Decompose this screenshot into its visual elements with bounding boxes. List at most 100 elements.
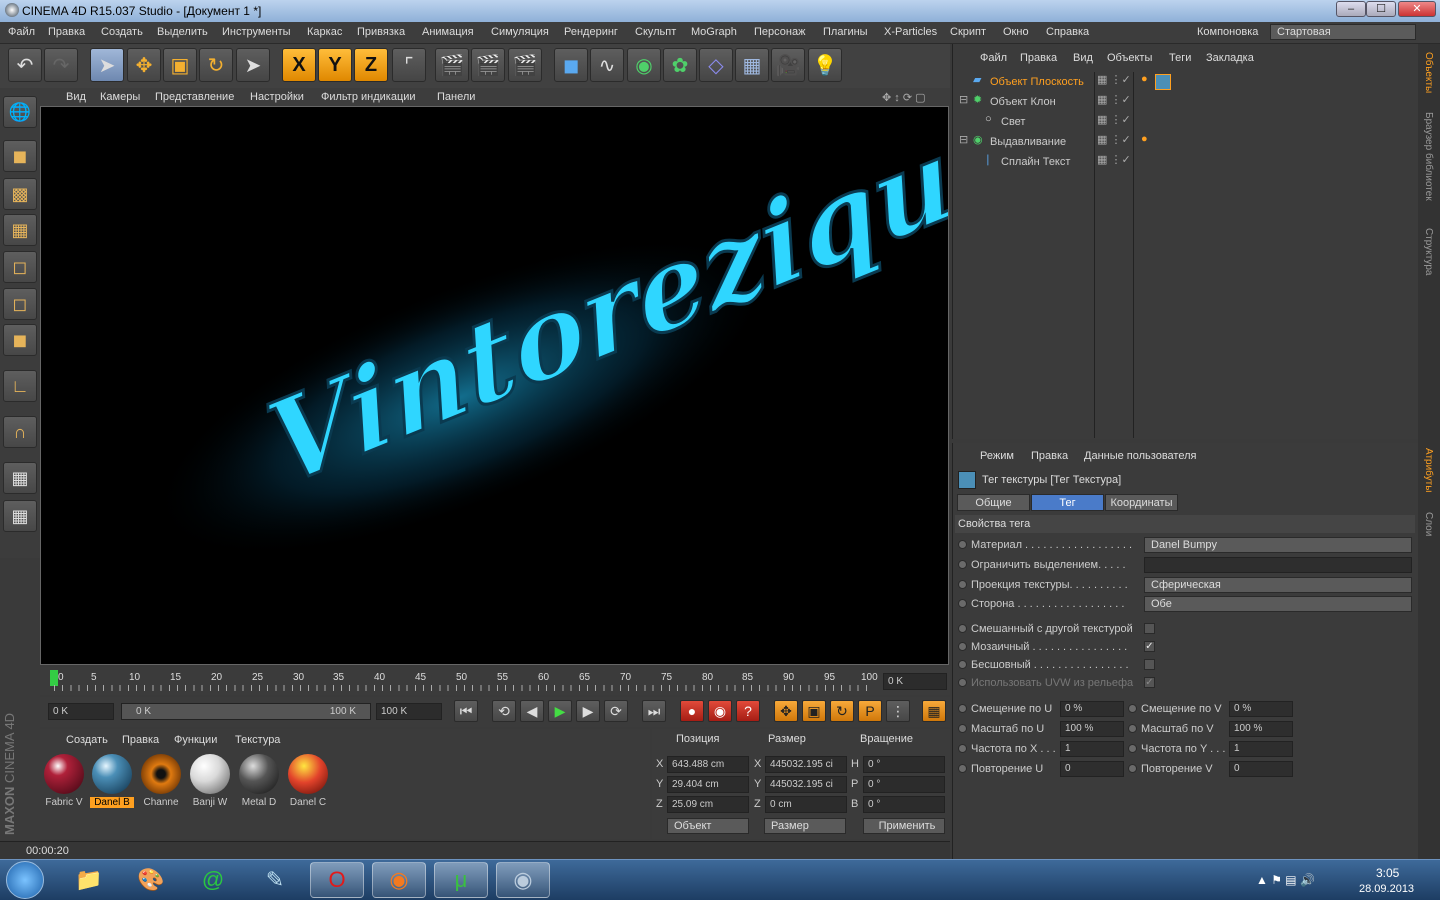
- menu-tools[interactable]: Инструменты: [222, 26, 291, 38]
- repeat-v-field[interactable]: 0: [1229, 761, 1293, 777]
- object-row[interactable]: ⊟ ◉ Выдавливание ▦ ⋮✓ ●: [955, 133, 1415, 153]
- timeline[interactable]: 0 5 10 15 20 25 30 35 40 45 50 55 60 65 …: [40, 667, 950, 695]
- obj-menu-file[interactable]: Файл: [980, 52, 1007, 64]
- 3d-viewport[interactable]: Vintoreziqus: [40, 106, 949, 665]
- side-tab-objects[interactable]: Объекты: [1423, 52, 1434, 93]
- menu-create[interactable]: Создать: [101, 26, 143, 38]
- material-swatch[interactable]: Banji W: [188, 752, 232, 812]
- move-tool-icon[interactable]: ✥: [127, 48, 161, 82]
- freq-y-field[interactable]: 1: [1229, 741, 1293, 757]
- obj-menu-tags[interactable]: Теги: [1169, 52, 1191, 64]
- visibility-toggle[interactable]: ▦ ⋮✓: [1097, 133, 1131, 146]
- mat-menu-function[interactable]: Функции: [174, 734, 217, 746]
- cube-icon[interactable]: ◼: [554, 48, 588, 82]
- menu-edit[interactable]: Правка: [48, 26, 85, 38]
- key-position-icon[interactable]: ✥: [774, 700, 798, 722]
- rotate-tool-icon[interactable]: ↻: [199, 48, 233, 82]
- obj-menu-bookmarks[interactable]: Закладка: [1206, 52, 1254, 64]
- position-y-field[interactable]: 29.404 cm: [667, 776, 749, 793]
- menu-render[interactable]: Рендеринг: [564, 26, 618, 38]
- collapse-icon[interactable]: ⊟: [959, 133, 968, 146]
- array-icon[interactable]: ✿: [663, 48, 697, 82]
- light-icon[interactable]: 💡: [808, 48, 842, 82]
- keyframe-dot[interactable]: [958, 724, 967, 733]
- explorer-icon[interactable]: 📁: [62, 862, 116, 898]
- menu-simulate[interactable]: Симуляция: [491, 26, 549, 38]
- layout-dropdown[interactable]: Стартовая: [1270, 24, 1416, 40]
- key-rotation-icon[interactable]: ↻: [830, 700, 854, 722]
- nurbs-icon[interactable]: ◉: [627, 48, 661, 82]
- axis-mode-icon[interactable]: ∟: [3, 370, 37, 402]
- select-tool-icon[interactable]: ➤: [90, 48, 124, 82]
- minimize-button[interactable]: ‒: [1336, 1, 1366, 17]
- position-z-field[interactable]: 25.09 cm: [667, 796, 749, 813]
- scale-tool-icon[interactable]: ▣: [163, 48, 197, 82]
- vp-menu-view[interactable]: Вид: [66, 91, 86, 103]
- menu-plugins[interactable]: Плагины: [823, 26, 868, 38]
- obj-menu-edit[interactable]: Правка: [1020, 52, 1057, 64]
- autokey-icon[interactable]: ◉: [708, 700, 732, 722]
- go-to-end-icon[interactable]: ⏭: [642, 700, 666, 722]
- model-mode-icon[interactable]: ◼: [3, 140, 37, 172]
- key-parameter-icon[interactable]: P: [858, 700, 882, 722]
- visibility-toggle[interactable]: ▦ ⋮✓: [1097, 113, 1131, 126]
- camera-icon[interactable]: 🎥: [771, 48, 805, 82]
- tab-coordinates[interactable]: Координаты: [1105, 494, 1178, 511]
- x-axis-icon[interactable]: X: [282, 48, 316, 82]
- go-to-start-icon[interactable]: ⏮: [454, 700, 478, 722]
- material-swatch[interactable]: Channe: [139, 752, 183, 812]
- menu-window[interactable]: Окно: [1003, 26, 1029, 38]
- keyframe-dot[interactable]: [958, 580, 967, 589]
- material-swatch[interactable]: Fabric V: [42, 752, 86, 812]
- position-x-field[interactable]: 643.488 cm: [667, 756, 749, 773]
- keyframe-dot[interactable]: [958, 704, 967, 713]
- coord-mode-dropdown[interactable]: Объект: [667, 818, 749, 834]
- play-icon[interactable]: ▶: [548, 700, 572, 722]
- object-row[interactable]: ⊟ ✹ Объект Клон ▦ ⋮✓: [955, 93, 1415, 113]
- freq-x-field[interactable]: 1: [1060, 741, 1124, 757]
- rotation-p-field[interactable]: 0 °: [863, 776, 945, 793]
- live-select-icon[interactable]: ➤: [236, 48, 270, 82]
- mail-agent-icon[interactable]: @: [186, 862, 240, 898]
- keyframe-dot[interactable]: [958, 642, 967, 651]
- cinema4d-icon[interactable]: ◉: [496, 862, 550, 898]
- next-key-icon[interactable]: ⟳: [604, 700, 628, 722]
- offset-v-field[interactable]: 0 %: [1229, 701, 1293, 717]
- size-x-field[interactable]: 445032.195 ci: [765, 756, 847, 773]
- mat-menu-edit[interactable]: Правка: [122, 734, 159, 746]
- y-axis-icon[interactable]: Y: [318, 48, 352, 82]
- obj-menu-objects[interactable]: Объекты: [1107, 52, 1152, 64]
- key-scale-icon[interactable]: ▣: [802, 700, 826, 722]
- mat-menu-create[interactable]: Создать: [66, 734, 108, 746]
- keyframe-dot[interactable]: [958, 660, 967, 669]
- tray-icons[interactable]: ▲ ⚑ ▤ 🔊: [1256, 873, 1315, 887]
- opera-icon[interactable]: O: [310, 862, 364, 898]
- projection-dropdown[interactable]: Сферическая: [1144, 577, 1412, 593]
- start-button[interactable]: [6, 861, 44, 899]
- playhead-marker[interactable]: [50, 670, 58, 686]
- menu-snap[interactable]: Привязка: [357, 26, 405, 38]
- attr-menu-mode[interactable]: Режим: [980, 450, 1014, 462]
- apply-button[interactable]: Применить: [863, 818, 945, 834]
- start-frame-field[interactable]: 0 K: [48, 703, 114, 720]
- texture-tag-icon[interactable]: [1155, 74, 1171, 90]
- material-tag-icon[interactable]: ●: [1141, 73, 1148, 85]
- keyframe-dot[interactable]: [958, 678, 967, 687]
- close-button[interactable]: ✕: [1398, 1, 1436, 17]
- side-tab-attributes[interactable]: Атрибуты: [1423, 448, 1434, 492]
- keyframe-dot[interactable]: [958, 599, 967, 608]
- paint-icon[interactable]: 🎨: [124, 862, 178, 898]
- key-point-level-icon[interactable]: ⋮: [886, 700, 910, 722]
- rotation-b-field[interactable]: 0 °: [863, 796, 945, 813]
- size-mode-dropdown[interactable]: Размер: [764, 818, 846, 834]
- redo-icon[interactable]: ↷: [44, 48, 78, 82]
- visibility-toggle[interactable]: ▦ ⋮✓: [1097, 73, 1131, 86]
- workplane-lock-icon[interactable]: ▦: [3, 462, 37, 494]
- mix-checkbox[interactable]: [1144, 623, 1155, 634]
- keyframe-dot[interactable]: [1128, 704, 1137, 713]
- previous-key-icon[interactable]: ⟲: [492, 700, 516, 722]
- menu-animate[interactable]: Анимация: [422, 26, 474, 38]
- end-frame-field[interactable]: 100 K: [376, 703, 442, 720]
- next-frame-icon[interactable]: ▶: [576, 700, 600, 722]
- utorrent-icon[interactable]: μ: [434, 862, 488, 898]
